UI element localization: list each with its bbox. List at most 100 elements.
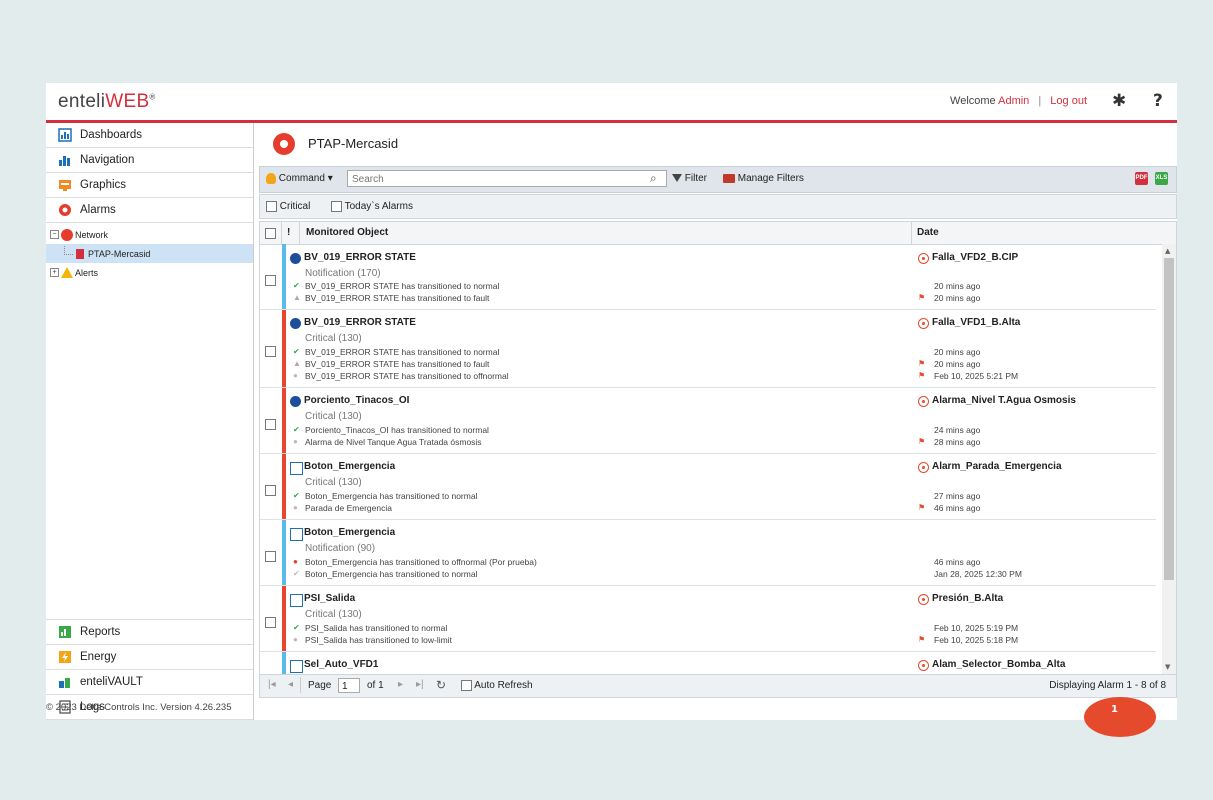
- event-text: Boton_Emergencia has transitioned to off…: [305, 557, 537, 567]
- flag-icon: ⚑: [918, 437, 926, 446]
- export-excel-icon[interactable]: XLS: [1155, 172, 1168, 185]
- alarms-icon: [58, 203, 72, 217]
- event-text: Boton_Emergencia has transitioned to nor…: [305, 569, 478, 579]
- table-row[interactable]: Porciento_Tinacos_OI Critical (130) ✔ Po…: [260, 388, 1156, 454]
- sidebar-item-graphics[interactable]: Graphics: [46, 173, 253, 198]
- tree-node-network[interactable]: − Network: [46, 225, 253, 244]
- todays-alarms-filter[interactable]: Today`s Alarms: [331, 201, 413, 212]
- next-page-icon[interactable]: ▸: [398, 679, 403, 690]
- analog-input-icon: [290, 594, 303, 607]
- expand-icon[interactable]: +: [50, 268, 59, 277]
- export-pdf-icon[interactable]: PDF: [1135, 172, 1148, 185]
- critical-filter[interactable]: Critical: [266, 201, 310, 212]
- logout-link[interactable]: Log out: [1050, 95, 1087, 107]
- table-row[interactable]: Boton_Emergencia Critical (130) ✔ Boton_…: [260, 454, 1156, 520]
- briefcase-icon: [723, 173, 735, 183]
- prev-page-icon[interactable]: ◂: [288, 679, 293, 690]
- page-number-input[interactable]: 1: [338, 678, 360, 693]
- user-link[interactable]: Admin: [998, 95, 1029, 107]
- sidebar-item-label: Navigation: [80, 154, 135, 166]
- monitored-object-name[interactable]: PSI_Salida: [304, 593, 355, 604]
- table-row[interactable]: Sel_Auto_VFD1 Alam_Selector_Bomba_Alta: [260, 652, 1156, 674]
- auto-refresh-toggle[interactable]: Auto Refresh: [461, 680, 533, 691]
- logo: enteliWEB®: [58, 91, 156, 113]
- auto-refresh-checkbox[interactable]: [461, 680, 472, 691]
- alarm-name[interactable]: Alarm_Parada_Emergencia: [932, 461, 1062, 472]
- tree-node-alerts[interactable]: + Alerts: [46, 263, 253, 282]
- scroll-down-icon[interactable]: ▼: [1165, 663, 1170, 671]
- row-checkbox[interactable]: [265, 617, 276, 628]
- alarm-grid: BV_019_ERROR STATE Notification (170) ✔ …: [259, 244, 1177, 674]
- welcome-text: Welcome: [950, 95, 996, 107]
- auto-refresh-label: Auto Refresh: [474, 680, 533, 692]
- last-page-icon[interactable]: ▸|: [416, 679, 424, 690]
- filter-button[interactable]: Filter: [672, 173, 707, 184]
- offnormal-icon: ●: [293, 635, 298, 644]
- critical-checkbox[interactable]: [266, 201, 277, 212]
- sidebar-item-alarms[interactable]: Alarms: [46, 198, 253, 223]
- row-checkbox[interactable]: [265, 419, 276, 430]
- manage-filters-label: Manage Filters: [737, 173, 804, 184]
- help-icon[interactable]: ?: [1153, 91, 1163, 111]
- manage-filters-button[interactable]: Manage Filters: [723, 173, 804, 184]
- network-tree: − Network PTAP-Mercasid + Alerts: [46, 223, 253, 282]
- table-row[interactable]: PSI_Salida Critical (130) ✔ PSI_Salida h…: [260, 586, 1156, 652]
- row-checkbox[interactable]: [265, 551, 276, 562]
- scrollbar-thumb[interactable]: [1164, 258, 1174, 580]
- collapse-icon[interactable]: −: [50, 230, 59, 239]
- column-divider: [299, 222, 300, 244]
- sidebar-item-reports[interactable]: Reports: [46, 619, 253, 645]
- alarm-name[interactable]: Falla_VFD1_B.Alta: [932, 317, 1020, 328]
- critical-label: Critical: [279, 201, 311, 213]
- monitored-object-name[interactable]: Sel_Auto_VFD1: [304, 659, 378, 670]
- monitored-object-name[interactable]: Porciento_Tinacos_OI: [304, 395, 409, 406]
- event-time: Feb 10, 2025 5:21 PM: [934, 371, 1019, 381]
- tree-connector: [64, 246, 73, 255]
- event-text: Alarma de Nivel Tanque Agua Tratada ósmo…: [305, 437, 482, 447]
- row-checkbox[interactable]: [265, 485, 276, 496]
- refresh-icon[interactable]: ↻: [436, 678, 446, 692]
- select-all-checkbox[interactable]: [265, 228, 276, 239]
- command-menu[interactable]: Command ▾: [266, 173, 333, 184]
- monitored-object-name[interactable]: Boton_Emergencia: [304, 527, 395, 538]
- monitored-object-name[interactable]: BV_019_ERROR STATE: [304, 252, 416, 263]
- sidebar-item-dashboards[interactable]: Dashboards: [46, 123, 253, 148]
- graphics-icon: [58, 178, 72, 192]
- sidebar-item-vault[interactable]: enteliVAULT: [46, 670, 253, 695]
- notification-badge[interactable]: 1: [1084, 697, 1156, 737]
- table-row[interactable]: Boton_Emergencia Notification (90) ● Bot…: [260, 520, 1156, 586]
- row-checkbox[interactable]: [265, 346, 276, 357]
- energy-icon: [58, 650, 72, 664]
- check-icon: ✔: [293, 569, 300, 578]
- notification-class: Notification (170): [305, 268, 381, 279]
- table-row[interactable]: BV_019_ERROR STATE Notification (170) ✔ …: [260, 244, 1156, 310]
- alarm-name[interactable]: Alam_Selector_Bomba_Alta: [932, 659, 1065, 670]
- scroll-up-icon[interactable]: ▲: [1165, 247, 1170, 255]
- pager-divider: [300, 677, 301, 693]
- alarm-icon: [918, 660, 929, 671]
- alarm-name[interactable]: Alarma_Nivel T.Agua Osmosis: [932, 395, 1076, 406]
- todays-alarms-checkbox[interactable]: [331, 201, 342, 212]
- table-row[interactable]: BV_019_ERROR STATE Critical (130) ✔ BV_0…: [260, 310, 1156, 388]
- tree-node-ptap-mercasid[interactable]: PTAP-Mercasid: [46, 244, 253, 263]
- column-priority[interactable]: !: [287, 227, 290, 238]
- grid-scrollbar[interactable]: ▲ ▼: [1162, 244, 1176, 674]
- alarm-name[interactable]: Presión_B.Alta: [932, 593, 1003, 604]
- monitored-object-name[interactable]: Boton_Emergencia: [304, 461, 395, 472]
- sidebar-item-navigation[interactable]: Navigation: [46, 148, 253, 173]
- first-page-icon[interactable]: |◂: [268, 679, 276, 690]
- row-checkbox[interactable]: [265, 275, 276, 286]
- notification-class: Notification (90): [305, 543, 376, 554]
- column-monitored-object[interactable]: Monitored Object: [306, 227, 388, 238]
- search-input[interactable]: Search: [347, 170, 667, 187]
- column-date[interactable]: Date: [917, 227, 939, 238]
- settings-gear-icon[interactable]: ✱: [1112, 91, 1126, 111]
- event-time: Feb 10, 2025 5:19 PM: [934, 623, 1019, 633]
- tree-label-network: Network: [75, 229, 109, 240]
- event-time: 46 mins ago: [934, 557, 981, 567]
- monitored-object-name[interactable]: BV_019_ERROR STATE: [304, 317, 416, 328]
- analog-value-icon: [290, 396, 301, 407]
- search-icon[interactable]: ⌕: [650, 171, 657, 186]
- alarm-name[interactable]: Falla_VFD2_B.CIP: [932, 252, 1018, 263]
- sidebar-item-energy[interactable]: Energy: [46, 645, 253, 670]
